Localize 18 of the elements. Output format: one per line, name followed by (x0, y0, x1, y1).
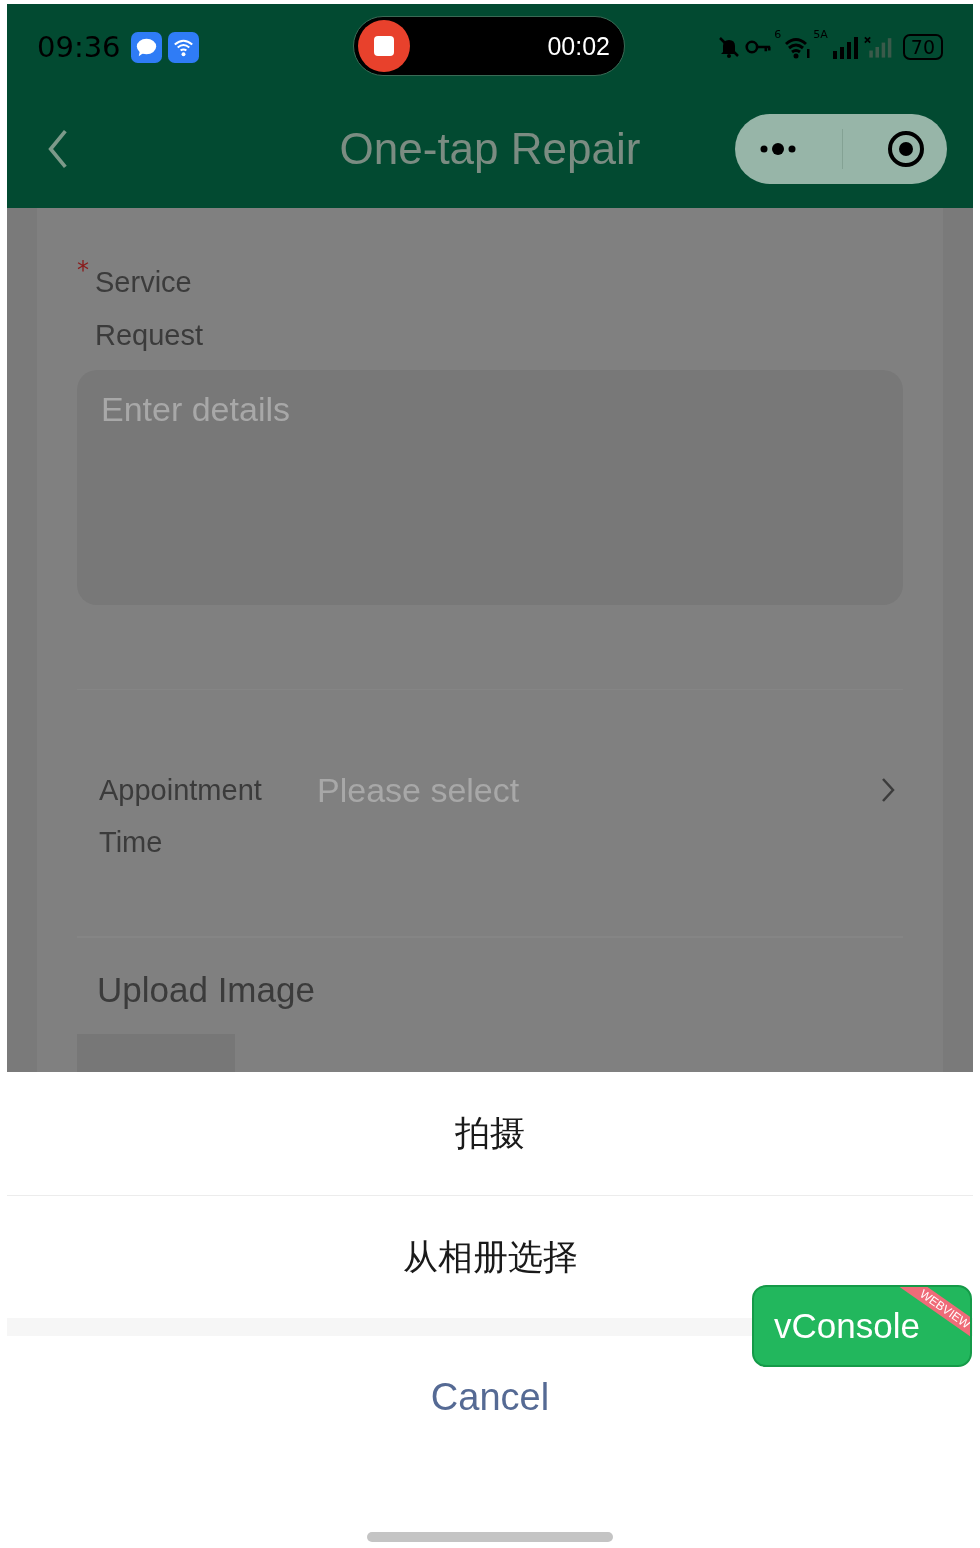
recording-timer: 00:02 (547, 31, 610, 61)
back-icon[interactable] (47, 128, 69, 170)
stop-record-icon (358, 20, 410, 72)
close-icon[interactable] (885, 129, 926, 169)
chat-bubble-icon (130, 31, 162, 63)
page-title: One-tap Repair (339, 124, 641, 174)
network-label: 5A (813, 28, 828, 41)
recording-pill[interactable]: 00:02 (353, 16, 625, 76)
wifi-app-icon (167, 31, 199, 63)
wifi-icon (784, 35, 811, 59)
status-time: 09:36 (37, 30, 121, 64)
required-mark: * (77, 256, 89, 284)
field-label: Service Request (95, 265, 204, 353)
signal-no-service-icon (863, 35, 894, 59)
battery-level: 70 (902, 34, 943, 60)
field-label: Upload Image (97, 969, 316, 1012)
signal-icon (830, 35, 861, 59)
wifi-label: 6 (774, 28, 782, 41)
